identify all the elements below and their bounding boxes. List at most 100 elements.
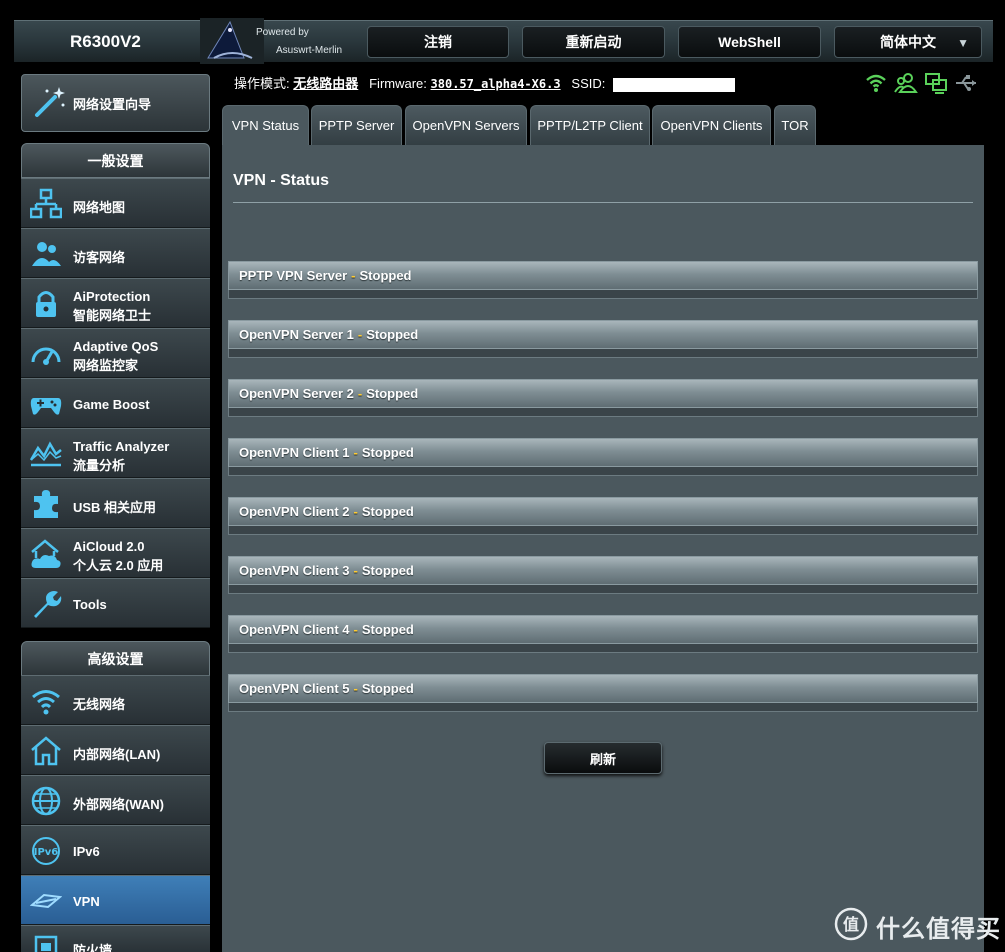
tab-pptp-l2tp-client[interactable]: PPTP/L2TP Client — [530, 105, 650, 145]
tab-vpn-status[interactable]: VPN Status — [222, 105, 309, 145]
sidebar-item-ipv6[interactable]: IPv6 IPv6 — [21, 825, 210, 875]
guest-network-icon — [32, 242, 61, 266]
vpn-service-state: Stopped — [366, 327, 419, 342]
sidebar-item-wireless[interactable]: 无线网络 — [21, 675, 210, 725]
vpn-service-state: Stopped — [361, 504, 414, 519]
vpn-status-header[interactable]: OpenVPN Client 5 - Stopped — [228, 674, 978, 703]
ssid-label: SSID: — [571, 76, 606, 91]
vpn-status-row[interactable]: OpenVPN Client 2 - Stopped — [228, 497, 978, 535]
cloud-home-icon — [31, 539, 61, 568]
vpn-status-row[interactable]: OpenVPN Server 2 - Stopped — [228, 379, 978, 417]
vpn-status-header[interactable]: OpenVPN Client 3 - Stopped — [228, 556, 978, 585]
chevron-down-icon: ▼ — [957, 36, 969, 50]
sidebar-item-aicloud[interactable]: AiCloud 2.0 个人云 2.0 应用 — [21, 528, 210, 578]
title-divider — [233, 202, 973, 203]
vpn-status-header[interactable]: OpenVPN Client 1 - Stopped — [228, 438, 978, 467]
separator: - — [353, 681, 358, 696]
logout-button[interactable]: 注销 — [367, 26, 509, 58]
separator: - — [357, 386, 363, 401]
separator: - — [353, 622, 358, 637]
sidebar-item-usb-apps[interactable]: USB 相关应用 — [21, 478, 210, 528]
ssid-value-box — [613, 77, 735, 92]
vpn-service-state: Stopped — [366, 386, 419, 401]
wifi-icon — [32, 690, 60, 715]
vpn-status-header[interactable]: OpenVPN Client 4 - Stopped — [228, 615, 978, 644]
main-panel: VPN - Status PPTP VPN Server - Stopped O… — [222, 145, 984, 952]
vpn-status-header[interactable]: OpenVPN Server 1 - Stopped — [228, 320, 978, 349]
vpn-status-row[interactable]: OpenVPN Client 1 - Stopped — [228, 438, 978, 476]
network-setup-wizard-button[interactable]: 网络设置向导 — [21, 74, 210, 132]
wifi-status-icon[interactable] — [864, 72, 888, 94]
users-status-icon[interactable] — [894, 72, 918, 94]
vpn-service-name: OpenVPN Client 4 — [239, 622, 350, 637]
sidebar-item-sublabel: 网络监控家 — [73, 358, 139, 373]
vpn-status-row[interactable]: OpenVPN Server 1 - Stopped — [228, 320, 978, 358]
tab-pptp-server[interactable]: PPTP Server — [311, 105, 402, 145]
network-status-icon[interactable] — [924, 72, 948, 94]
vpn-status-header[interactable]: PPTP VPN Server - Stopped — [228, 261, 978, 290]
sidebar-item-vpn[interactable]: VPN — [21, 875, 210, 925]
usb-status-icon[interactable] — [954, 72, 978, 94]
operation-mode-link[interactable]: 无线路由器 — [293, 76, 358, 91]
separator: - — [357, 327, 363, 342]
puzzle-icon — [34, 490, 58, 518]
vpn-status-header[interactable]: OpenVPN Client 2 - Stopped — [228, 497, 978, 526]
webshell-button[interactable]: WebShell — [678, 26, 821, 58]
sidebar-item-tools[interactable]: Tools — [21, 578, 210, 628]
tab-openvpn-clients[interactable]: OpenVPN Clients — [652, 105, 771, 145]
router-model: R6300V2 — [70, 32, 141, 51]
tab-tor[interactable]: TOR — [774, 105, 816, 145]
sidebar-item-network-map[interactable]: 网络地图 — [21, 178, 210, 228]
language-select[interactable]: 简体中文 ▼ — [834, 26, 982, 58]
home-icon — [31, 736, 61, 766]
merlin-wizard-logo-icon — [200, 18, 264, 64]
powered-by-label: Powered by — [256, 27, 309, 38]
vpn-status-row[interactable]: OpenVPN Client 4 - Stopped — [228, 615, 978, 653]
vpn-status-row[interactable]: OpenVPN Client 3 - Stopped — [228, 556, 978, 594]
sidebar-item-aiprotection[interactable]: AiProtection 智能网络卫士 — [21, 278, 210, 328]
vpn-status-header[interactable]: OpenVPN Server 2 - Stopped — [228, 379, 978, 408]
sidebar-item-label: 无线网络 — [73, 697, 126, 712]
sidebar-item-guest-network[interactable]: 访客网络 — [21, 228, 210, 278]
refresh-button[interactable]: 刷新 — [544, 742, 662, 774]
vpn-service-name: OpenVPN Client 5 — [239, 681, 350, 696]
sidebar-item-lan[interactable]: 内部网络(LAN) — [21, 725, 210, 775]
separator: - — [351, 268, 356, 283]
separator: - — [353, 563, 358, 578]
firmware-label: Firmware: — [369, 76, 427, 91]
sidebar-item-sublabel: 流量分析 — [73, 458, 126, 473]
sidebar-item-wan[interactable]: 外部网络(WAN) — [21, 775, 210, 825]
reboot-button[interactable]: 重新启动 — [522, 26, 665, 58]
vpn-status-body — [228, 526, 978, 535]
vpn-service-name: OpenVPN Client 2 — [239, 504, 350, 519]
vpn-status-body — [228, 467, 978, 476]
sidebar-item-traffic-analyzer[interactable]: Traffic Analyzer 流量分析 — [21, 428, 210, 478]
sidebar-item-label: 访客网络 — [73, 250, 126, 265]
firmware-version-link[interactable]: 380.57_alpha4-X6.3 — [431, 77, 561, 91]
tab-openvpn-servers[interactable]: OpenVPN Servers — [405, 105, 527, 145]
sidebar-item-label: IPv6 — [73, 844, 100, 859]
sidebar-item-label: VPN — [73, 894, 100, 909]
sidebar-item-game-boost[interactable]: Game Boost — [21, 378, 210, 428]
sidebar-item-adaptive-qos[interactable]: Adaptive QoS 网络监控家 — [21, 328, 210, 378]
vpn-status-body — [228, 585, 978, 594]
vpn-service-state: Stopped — [361, 622, 414, 637]
vpn-service-name: OpenVPN Client 3 — [239, 563, 350, 578]
status-line: 操作模式: 无线路由器 Firmware: 380.57_alpha4-X6.3… — [234, 73, 735, 92]
sidebar-item-firewall[interactable]: 防火墙 — [21, 925, 210, 952]
vpn-status-row[interactable]: PPTP VPN Server - Stopped — [228, 261, 978, 299]
vpn-status-row[interactable]: OpenVPN Client 5 - Stopped — [228, 674, 978, 712]
globe-icon — [31, 786, 61, 816]
vpn-service-state: Stopped — [359, 268, 412, 283]
sidebar-item-label: AiProtection — [73, 289, 151, 304]
general-settings-heading: 一般设置 — [21, 143, 210, 178]
sidebar-item-label: 外部网络(WAN) — [73, 797, 164, 812]
sidebar-item-label: AiCloud 2.0 — [73, 539, 145, 554]
smzdm-logo-icon: 值 — [834, 907, 868, 941]
page-title: VPN - Status — [233, 172, 330, 189]
watermark-text: 什么值得买 — [876, 916, 1001, 943]
sidebar-item-label: Game Boost — [73, 397, 150, 412]
svg-text:值: 值 — [843, 915, 859, 934]
sidebar-item-sublabel: 个人云 2.0 应用 — [73, 558, 164, 573]
gamepad-icon — [30, 398, 62, 415]
